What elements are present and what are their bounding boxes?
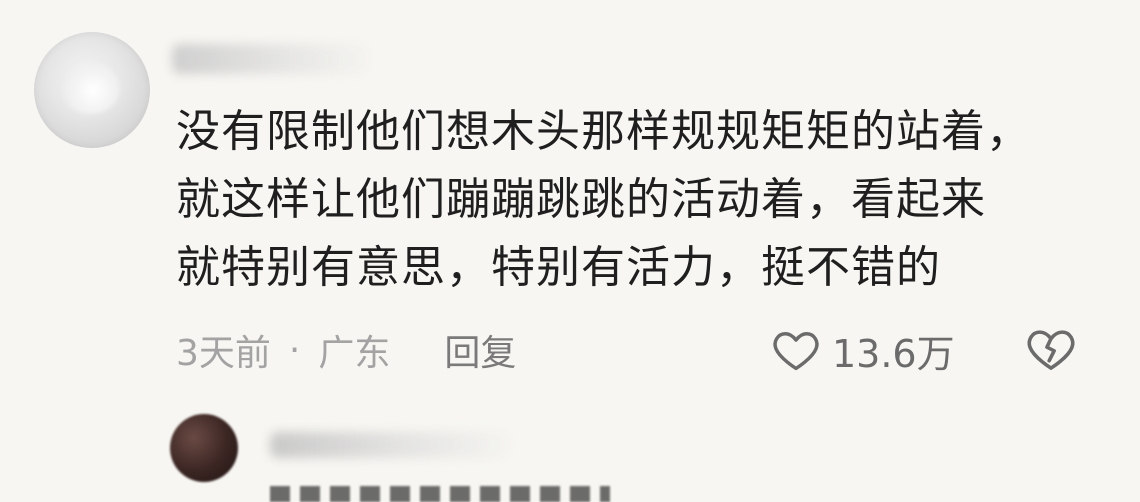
meta-separator: · (288, 329, 301, 371)
reply-text-cutoff (270, 486, 610, 502)
comment-body: 没有限制他们想木头那样规规矩矩的站着， 就这样让他们蹦蹦跳跳的活动着，看起来 就… (176, 98, 1106, 302)
like-button[interactable]: 13.6万 (770, 322, 955, 378)
comment-line: 就特别有意思，特别有活力，挺不错的 (176, 242, 941, 293)
comment-time: 3天前 (176, 333, 271, 374)
username-blurred[interactable] (172, 44, 368, 74)
heart-outline-icon (773, 332, 819, 371)
broken-heart-icon[interactable] (1024, 322, 1078, 376)
avatar[interactable] (34, 32, 150, 148)
reply-button[interactable]: 回复 (444, 324, 516, 376)
comment-line: 没有限制他们想木头那样规规矩矩的站着， (176, 106, 1031, 157)
reply-avatar[interactable] (170, 414, 238, 482)
reply-item (0, 400, 1140, 502)
comment-line: 就这样让他们蹦蹦跳跳的活动着，看起来 (176, 174, 986, 225)
comment-item: 没有限制他们想木头那样规规矩矩的站着， 就这样让他们蹦蹦跳跳的活动着，看起来 就… (0, 0, 1140, 400)
like-count: 13.6万 (832, 331, 955, 376)
comment-location: 广东 (318, 333, 391, 374)
reply-username-blurred[interactable] (270, 432, 510, 458)
